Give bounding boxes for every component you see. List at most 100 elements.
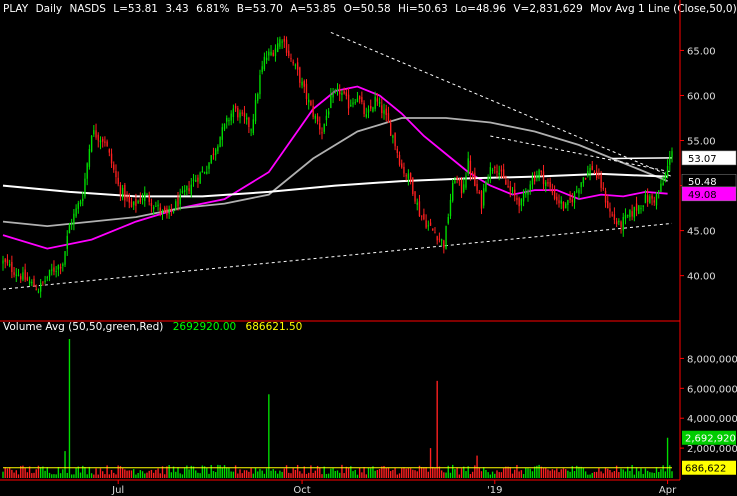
candle-body	[609, 208, 611, 212]
candle-body	[210, 155, 212, 164]
ma-label: Mov Avg 1 Line (Close,50,0)	[590, 3, 737, 15]
candle-body	[179, 193, 181, 205]
volume-bar	[392, 469, 394, 478]
volume-bar	[425, 467, 427, 478]
candle-body	[587, 171, 589, 176]
candle-body	[345, 92, 348, 96]
candle-body	[152, 206, 155, 210]
price-tick-label: 65.00	[687, 46, 716, 57]
volume-bar	[638, 471, 640, 478]
candle-body	[409, 173, 412, 181]
candle-body	[343, 91, 345, 94]
volume-bar	[642, 473, 644, 478]
candle-body	[392, 135, 394, 138]
volume-bar	[239, 469, 241, 478]
volume-bar	[121, 468, 124, 478]
candle-body	[589, 167, 591, 175]
volume-bar	[629, 470, 631, 478]
candle-body	[611, 214, 613, 216]
candle-body	[290, 58, 292, 60]
candle-body	[622, 216, 624, 231]
volume-bar	[436, 380, 438, 478]
volume-bar	[86, 474, 88, 478]
volume-bar	[323, 466, 325, 478]
volume-bar	[412, 469, 414, 478]
candle-body	[188, 188, 190, 192]
candle-body	[553, 189, 556, 199]
candle-body	[443, 240, 445, 248]
volume-bar	[24, 468, 26, 478]
volume-bar	[35, 469, 37, 478]
volume-bar	[221, 467, 223, 478]
candle-body	[635, 203, 638, 211]
candle-body	[17, 274, 20, 276]
volume-bar	[376, 469, 379, 478]
volume-bar	[290, 473, 292, 478]
volume-bar	[611, 472, 613, 478]
candle-body	[75, 208, 77, 217]
volume-bar	[540, 466, 542, 478]
volume-bar	[423, 467, 425, 478]
candle-body	[658, 190, 660, 192]
candle-body	[478, 192, 480, 194]
candle-body	[144, 192, 146, 201]
price-tick-label: 45.00	[687, 227, 716, 238]
candle-body	[407, 173, 410, 179]
candle-body	[155, 205, 157, 207]
volume-bar	[95, 468, 97, 478]
x-tick-label: Oct	[293, 485, 310, 496]
candle-body	[141, 198, 144, 200]
volume-bar	[44, 470, 46, 478]
volume-bar	[398, 473, 401, 478]
candle-body	[498, 172, 500, 175]
candle-body	[263, 56, 266, 70]
volume-bar	[511, 473, 514, 478]
candle-body	[547, 182, 549, 184]
volume-bar	[367, 467, 370, 478]
volume-bar	[312, 472, 314, 478]
volume-bar	[285, 465, 288, 478]
volume-bar	[569, 471, 571, 478]
volume-bar	[480, 471, 483, 478]
volume-bar	[277, 473, 279, 478]
candle-body	[629, 209, 631, 218]
candle-body	[669, 156, 671, 165]
candle-body	[234, 105, 237, 109]
volume-bar	[268, 394, 270, 478]
volume-bar	[514, 469, 516, 478]
candle-body	[186, 185, 188, 191]
candle-body	[277, 43, 279, 53]
candle-body	[59, 266, 62, 269]
candle-body	[536, 175, 538, 179]
candle-body	[372, 107, 374, 112]
candle-body	[445, 226, 447, 250]
candle-body	[24, 269, 26, 280]
candle-body	[487, 177, 489, 182]
volume-bar	[155, 469, 157, 478]
candle-body	[53, 267, 55, 272]
volume-bar	[188, 469, 190, 478]
volume-bar	[613, 471, 616, 478]
candle-body	[301, 81, 303, 86]
volume-bar	[427, 471, 430, 478]
volume-bar	[250, 468, 252, 478]
candle-body	[387, 113, 390, 123]
candle-body	[649, 196, 651, 204]
candle-body	[538, 170, 540, 179]
candle-body	[203, 172, 206, 174]
candle-body	[463, 184, 465, 193]
volume-bar	[352, 471, 354, 478]
candle-body	[334, 91, 336, 93]
volume-bar	[261, 470, 263, 478]
candle-body	[624, 214, 627, 219]
candle-body	[201, 171, 204, 173]
trend-line-4	[612, 157, 673, 160]
candle-body	[531, 177, 534, 185]
candle-body	[518, 198, 520, 207]
volume-bar	[70, 474, 73, 478]
volume-bar	[141, 471, 144, 478]
volume-bar	[128, 470, 130, 478]
candle-body	[571, 199, 574, 203]
volume-bar	[483, 467, 485, 478]
volume-bar	[152, 472, 155, 478]
